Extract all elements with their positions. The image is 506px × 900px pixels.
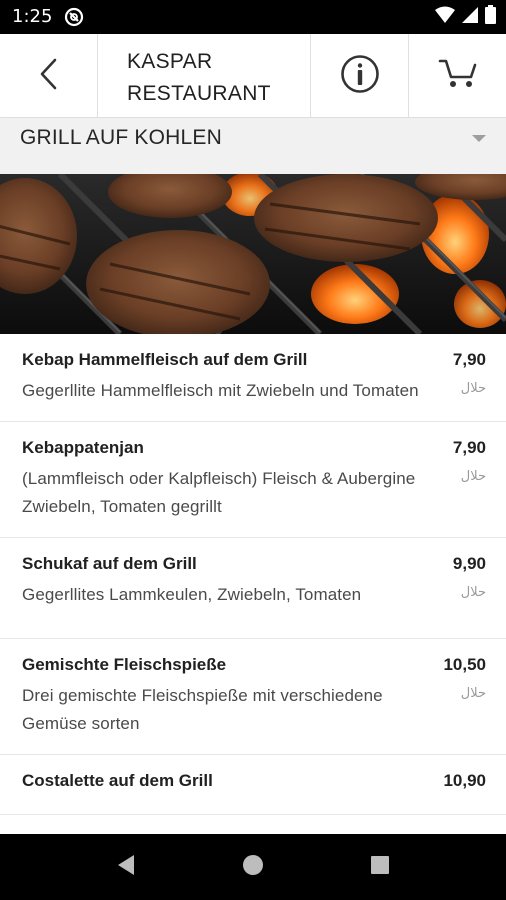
nav-back-icon xyxy=(116,854,136,881)
title-line-1: KASPAR xyxy=(127,50,213,73)
menu-item[interactable]: Schukaf auf dem Grill Gegerllites Lammke… xyxy=(0,538,506,639)
grill-photo xyxy=(0,174,506,334)
info-circle-icon xyxy=(340,54,380,99)
item-description: Drei gemischte Fleischspieße mit verschi… xyxy=(22,686,383,733)
item-name: Gemischte Fleischspieße xyxy=(22,655,227,674)
item-name: Costalette auf dem Grill xyxy=(22,771,213,790)
wifi-icon xyxy=(435,6,455,29)
system-nav-bar xyxy=(0,834,506,900)
back-button[interactable] xyxy=(0,34,98,118)
nav-home-button[interactable] xyxy=(213,834,293,900)
nav-recents-button[interactable] xyxy=(340,834,420,900)
item-price: 7,90 xyxy=(452,438,486,457)
restaurant-title: KASPAR RESTAURANT xyxy=(98,34,311,118)
item-description: Gegerllites Lammkeulen, Zwiebeln, Tomate… xyxy=(22,585,362,604)
nav-recents-icon xyxy=(370,855,390,880)
item-description: Gegerllite Hammelfleisch mit Zwiebeln un… xyxy=(22,381,419,400)
halal-label: حلال xyxy=(460,469,486,484)
app-bar: KASPAR RESTAURANT xyxy=(0,34,506,118)
status-time: 1:25 xyxy=(12,6,53,27)
app-notification-icon xyxy=(64,7,84,27)
item-price: 9,90 xyxy=(452,554,486,573)
item-name: Kebap Hammelfleisch auf dem Grill xyxy=(22,350,308,369)
menu-item[interactable]: Costalette auf dem Grill 10,90 xyxy=(0,755,506,815)
hero-image xyxy=(0,174,506,334)
category-dropdown[interactable]: GRILL AUF KOHLEN xyxy=(0,118,506,174)
halal-label: حلال xyxy=(460,686,486,701)
status-icons xyxy=(435,5,496,29)
halal-label: حلال xyxy=(460,381,486,396)
title-line-2: RESTAURANT xyxy=(127,82,271,105)
status-bar: 1:25 xyxy=(0,0,506,34)
menu-item[interactable]: Kebap Hammelfleisch auf dem Grill Gegerl… xyxy=(0,334,506,422)
halal-label: حلال xyxy=(460,585,486,600)
info-button[interactable] xyxy=(311,34,409,118)
cell-signal-icon xyxy=(461,6,479,29)
cart-button[interactable] xyxy=(409,34,506,118)
menu-item[interactable]: Kebappatenjan (Lammfleisch oder Kalpflei… xyxy=(0,422,506,538)
cart-icon xyxy=(438,57,478,96)
item-name: Schukaf auf dem Grill xyxy=(22,554,197,573)
item-description: (Lammfleisch oder Kalpfleisch) Fleisch &… xyxy=(22,469,416,516)
menu-list: Kebap Hammelfleisch auf dem Grill Gegerl… xyxy=(0,334,506,834)
item-price: 7,90 xyxy=(452,350,486,369)
category-label: GRILL AUF KOHLEN xyxy=(20,126,222,149)
item-name: Kebappatenjan xyxy=(22,438,144,457)
menu-item[interactable]: Gemischte Fleischspieße Drei gemischte F… xyxy=(0,639,506,755)
nav-back-button[interactable] xyxy=(86,834,166,900)
arrow-back-icon xyxy=(37,57,61,96)
item-price: 10,50 xyxy=(443,655,486,674)
battery-icon xyxy=(485,5,496,29)
nav-home-icon xyxy=(242,854,264,881)
item-price: 10,90 xyxy=(443,771,486,790)
caret-down-icon xyxy=(472,135,486,142)
